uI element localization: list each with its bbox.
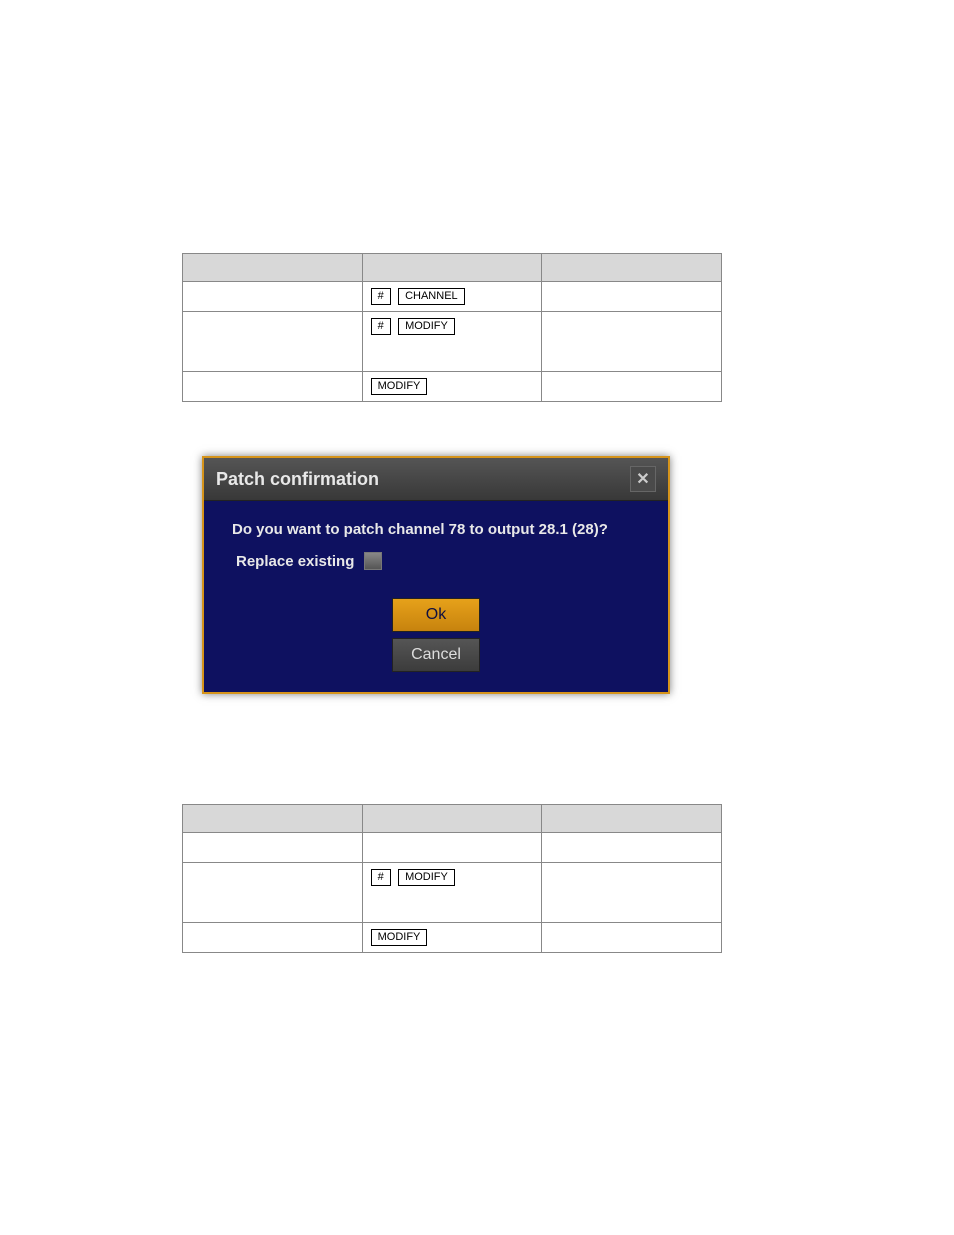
table-cell: # MODIFY [362,312,542,372]
table-cell [183,833,363,863]
key-hash: # [371,869,391,886]
dialog-titlebar: Patch confirmation ✕ [204,458,668,501]
key-hash: # [371,318,391,335]
dialog-buttons: Ok Cancel [204,594,668,692]
dialog-question-text: Do you want to patch channel 78 to outpu… [232,521,640,538]
table-cell [542,923,722,953]
table-cell: MODIFY [362,372,542,402]
table-row: MODIFY [183,923,722,953]
table-row: # MODIFY [183,863,722,923]
dialog-body: Do you want to patch channel 78 to outpu… [204,501,668,594]
replace-existing-checkbox[interactable] [364,552,382,570]
table-row: MODIFY [183,372,722,402]
dialog-title-text: Patch confirmation [216,469,379,490]
key-modify: MODIFY [371,929,428,946]
table-header [362,805,542,833]
table-cell: # CHANNEL [362,282,542,312]
key-modify: MODIFY [371,378,428,395]
table-cell [183,372,363,402]
table-header [542,805,722,833]
table-cell [542,863,722,923]
table-cell: # MODIFY [362,863,542,923]
replace-existing-label: Replace existing [236,553,354,570]
key-modify: MODIFY [398,318,455,335]
table-header [542,254,722,282]
table-row: # CHANNEL [183,282,722,312]
key-channel: CHANNEL [398,288,465,305]
table-row: # MODIFY [183,312,722,372]
key-modify: MODIFY [398,869,455,886]
close-icon: ✕ [636,469,649,489]
table-cell [542,282,722,312]
instruction-table-bottom: # MODIFY MODIFY [182,804,722,953]
table-cell [183,312,363,372]
key-hash: # [371,288,391,305]
table-cell [362,833,542,863]
table-cell [183,863,363,923]
table-header [183,805,363,833]
table-row [183,833,722,863]
patch-confirmation-dialog: Patch confirmation ✕ Do you want to patc… [202,456,670,694]
replace-existing-row: Replace existing [236,552,640,570]
table-cell: MODIFY [362,923,542,953]
table-header [362,254,542,282]
table-cell [183,282,363,312]
table-cell [183,923,363,953]
close-button[interactable]: ✕ [630,466,656,492]
cancel-button[interactable]: Cancel [392,638,480,672]
table-cell [542,833,722,863]
table-cell [542,312,722,372]
instruction-table-top: # CHANNEL # MODIFY MODIFY [182,253,722,402]
ok-button[interactable]: Ok [392,598,480,632]
table-cell [542,372,722,402]
table-header [183,254,363,282]
